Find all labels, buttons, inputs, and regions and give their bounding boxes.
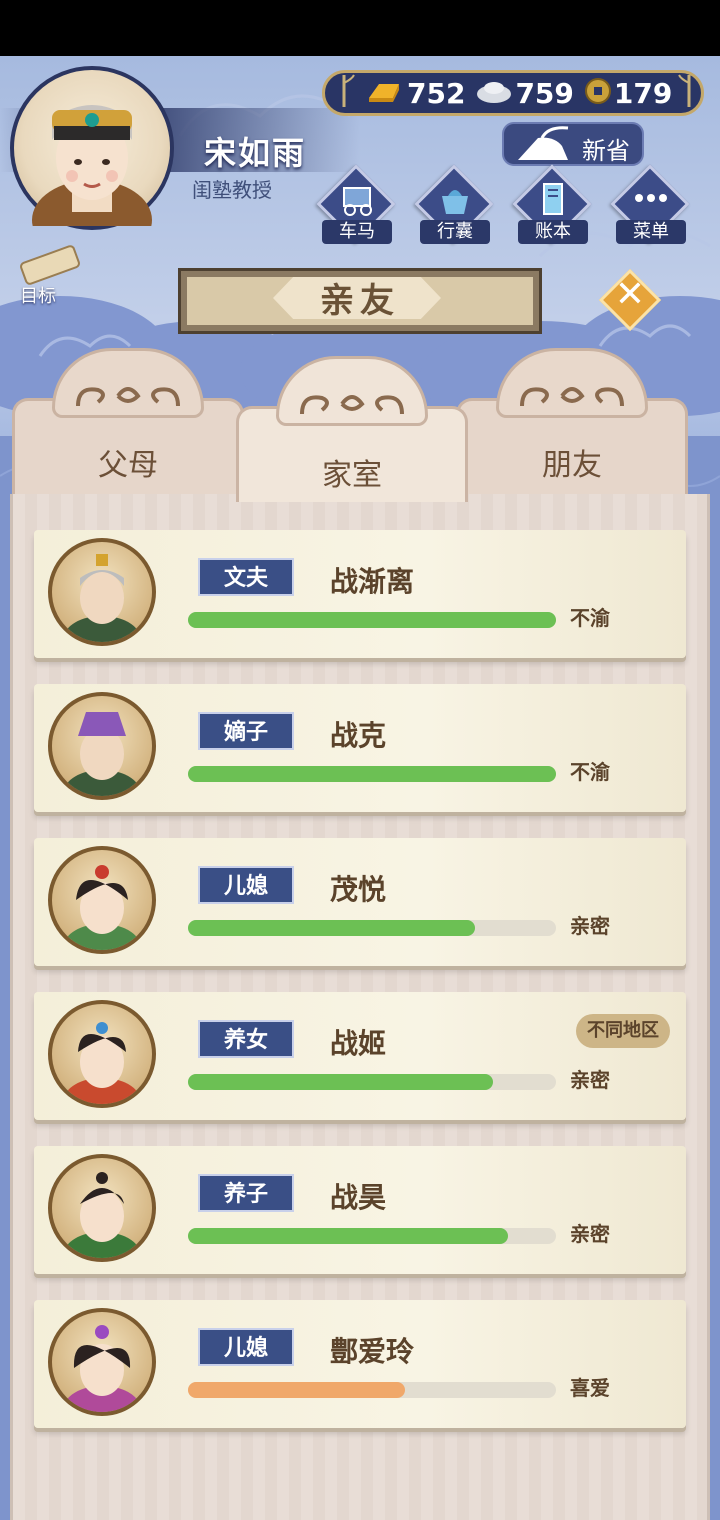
affinity-fill [188, 1382, 406, 1398]
affinity-bar [188, 766, 556, 782]
affinity-status: 亲密 [570, 1222, 610, 1246]
currency-bar: 752 759 179 [322, 70, 704, 116]
relation-name: 茂悦 [330, 873, 387, 906]
coin-amount: 179 [613, 76, 673, 110]
more-dots-icon [632, 190, 670, 210]
affinity-fill [188, 612, 556, 628]
portrait-avatar [48, 1000, 156, 1108]
carriage-icon [338, 182, 376, 222]
role-badge: 儿媳 [198, 866, 294, 904]
ledger-button[interactable]: 账本 [512, 164, 594, 250]
portrait-avatar [48, 1154, 156, 1262]
close-button[interactable]: ✕ [598, 268, 662, 332]
tab-label: 父母 [98, 448, 158, 483]
relation-card[interactable]: 养子 战昊 亲密 [34, 1146, 686, 1274]
silver-amount: 759 [515, 76, 574, 110]
affinity-bar [188, 612, 556, 628]
affinity-bar [188, 1074, 556, 1090]
relation-card[interactable]: 儿媳 鄷爱玲 喜爱 [34, 1300, 686, 1428]
affinity-bar [188, 1382, 556, 1398]
carriage-label: 车马 [322, 220, 392, 244]
gold-amount: 752 [407, 76, 466, 110]
copper-coin-icon [584, 77, 612, 109]
ledger-icon [534, 180, 572, 222]
goal-label: 目标 [20, 286, 56, 307]
relation-name: 战昊 [330, 1181, 387, 1214]
role-badge: 嫡子 [198, 712, 294, 750]
bamboo-icon [678, 73, 700, 113]
relation-card[interactable]: 嫡子 战克 不渝 [34, 684, 686, 812]
cloud-swirl-icon [520, 387, 624, 407]
bamboo-icon [333, 73, 355, 113]
role-badge: 文夫 [198, 558, 294, 596]
silver-ingot-icon [475, 76, 513, 110]
portrait-avatar [48, 1308, 156, 1416]
relation-name: 鄷爱玲 [330, 1335, 415, 1368]
save-label: 新省 [582, 137, 630, 165]
menu-label: 菜单 [616, 220, 686, 244]
relation-name: 战克 [330, 719, 387, 752]
region-badge: 不同地区 [576, 1014, 670, 1048]
affinity-fill [188, 1074, 494, 1090]
status-bar [0, 0, 720, 56]
relation-name: 战姬 [330, 1027, 387, 1060]
affinity-status: 亲密 [570, 914, 610, 938]
player-avatar[interactable] [10, 66, 174, 260]
relation-card[interactable]: 儿媳 茂悦 亲密 [34, 838, 686, 966]
relation-name: 战渐离 [330, 565, 415, 598]
cloud-swirl-icon [300, 395, 404, 415]
affinity-fill [188, 1228, 509, 1244]
bag-label: 行囊 [420, 220, 490, 244]
bag-button[interactable]: 行囊 [414, 164, 496, 250]
affinity-fill [188, 920, 476, 936]
relation-card[interactable]: 不同地区 养女 战姬 亲密 [34, 992, 686, 1120]
tab-household[interactable]: 家室 [236, 356, 468, 502]
banner-title: 亲友 [320, 281, 400, 321]
tab-label: 家室 [322, 458, 382, 493]
affinity-bar [188, 920, 556, 936]
close-icon: ✕ [614, 274, 646, 315]
bag-icon [436, 182, 474, 222]
tab-friends[interactable]: 朋友 [456, 348, 688, 500]
save-button[interactable]: 新省 [502, 122, 644, 166]
affinity-status: 喜爱 [570, 1376, 610, 1400]
role-badge: 养子 [198, 1174, 294, 1212]
player-title: 闺塾教授 [192, 178, 272, 202]
portrait-avatar [48, 538, 156, 646]
noblewoman-portrait-icon [32, 105, 152, 260]
player-name: 宋如雨 [204, 134, 307, 172]
tab-label: 朋友 [542, 448, 602, 483]
relation-card[interactable]: 文夫 战渐离 不渝 [34, 530, 686, 658]
portrait-avatar [48, 692, 156, 800]
tab-parents[interactable]: 父母 [12, 348, 244, 500]
portrait-avatar [48, 846, 156, 954]
cloud-swirl-icon [76, 387, 180, 407]
gold-ingot-icon [365, 76, 405, 110]
ledger-label: 账本 [518, 220, 588, 244]
affinity-fill [188, 766, 556, 782]
affinity-status: 不渝 [570, 606, 610, 630]
carriage-button[interactable]: 车马 [316, 164, 398, 250]
menu-button[interactable]: 菜单 [610, 164, 692, 250]
goal-button[interactable]: 目标 [6, 240, 92, 307]
section-banner: 亲友 [178, 268, 542, 334]
role-badge: 养女 [198, 1020, 294, 1058]
iron-icon [512, 126, 580, 170]
affinity-status: 不渝 [570, 760, 610, 784]
affinity-bar [188, 1228, 556, 1244]
affinity-status: 亲密 [570, 1068, 610, 1092]
role-badge: 儿媳 [198, 1328, 294, 1366]
